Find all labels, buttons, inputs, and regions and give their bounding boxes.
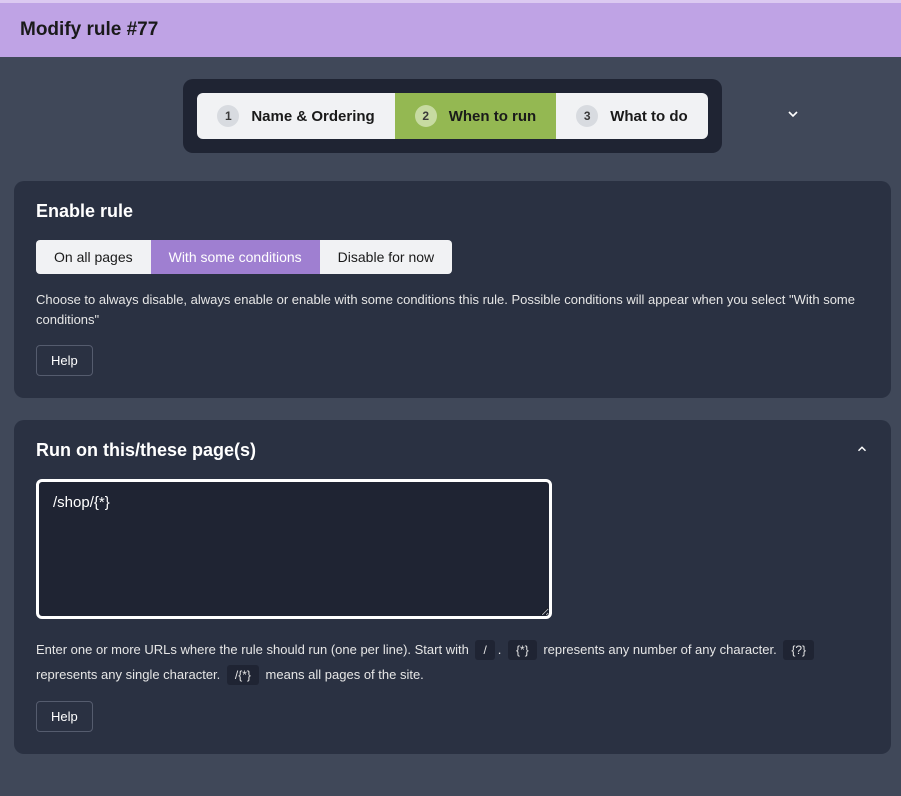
chevron-down-icon[interactable] <box>785 106 801 127</box>
panel-title: Run on this/these page(s) <box>36 440 869 461</box>
step-label: When to run <box>449 108 536 125</box>
enable-rule-panel: Enable rule On all pages With some condi… <box>14 181 891 398</box>
page-header: Modify rule #77 <box>0 0 901 57</box>
run-pages-panel: Run on this/these page(s) Enter one or m… <box>14 420 891 754</box>
page-title: Modify rule #77 <box>20 19 158 40</box>
option-disable-for-now[interactable]: Disable for now <box>320 240 453 274</box>
code-token: / <box>475 640 494 660</box>
chevron-up-icon[interactable] <box>855 442 869 461</box>
step-when-to-run[interactable]: 2 When to run <box>395 93 556 139</box>
step-label: Name & Ordering <box>251 108 374 125</box>
url-description: Enter one or more URLs where the rule sh… <box>36 638 869 687</box>
code-token: /{*} <box>227 665 259 685</box>
step-label: What to do <box>610 108 687 125</box>
step-what-to-do[interactable]: 3 What to do <box>556 93 707 139</box>
stepper: 1 Name & Ordering 2 When to run 3 What t… <box>183 79 721 153</box>
step-name-ordering[interactable]: 1 Name & Ordering <box>197 93 394 139</box>
option-with-conditions[interactable]: With some conditions <box>151 240 320 274</box>
step-number: 2 <box>415 105 437 127</box>
panel-title: Enable rule <box>36 201 869 222</box>
enable-description: Choose to always disable, always enable … <box>36 290 869 329</box>
stepper-row: 1 Name & Ordering 2 When to run 3 What t… <box>14 79 891 153</box>
help-button[interactable]: Help <box>36 345 93 376</box>
url-patterns-input[interactable] <box>36 479 552 619</box>
code-token: {*} <box>508 640 537 660</box>
enable-options: On all pages With some conditions Disabl… <box>36 240 452 274</box>
step-number: 3 <box>576 105 598 127</box>
option-on-all-pages[interactable]: On all pages <box>36 240 151 274</box>
code-token: {?} <box>783 640 814 660</box>
step-number: 1 <box>217 105 239 127</box>
help-button[interactable]: Help <box>36 701 93 732</box>
